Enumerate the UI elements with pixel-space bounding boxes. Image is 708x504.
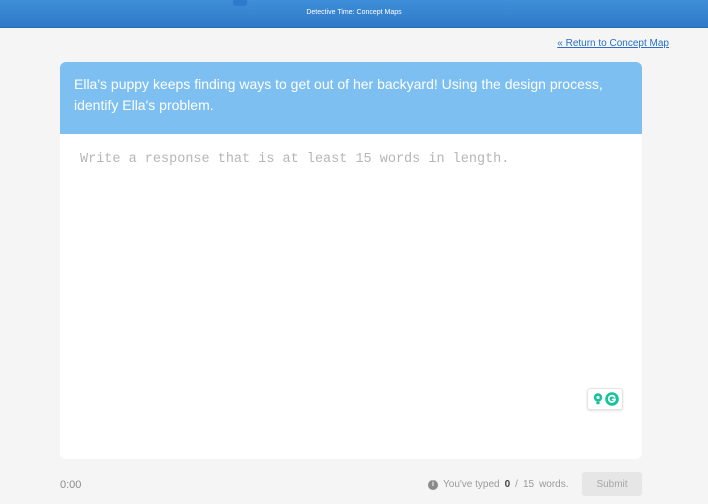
word-count-suffix: words.: [539, 479, 569, 490]
words-typed: 0: [504, 479, 511, 490]
words-required: 15: [522, 479, 535, 490]
question-prompt: Ella's puppy keeps finding ways to get o…: [60, 62, 642, 134]
return-to-concept-map-link[interactable]: « Return to Concept Map: [557, 38, 669, 49]
response-textarea[interactable]: [60, 134, 642, 457]
word-count-prefix: You've typed: [443, 479, 500, 490]
header-tab-hint: [233, 0, 247, 6]
info-icon: i: [428, 479, 438, 490]
word-count-separator: /: [515, 479, 518, 490]
word-count-status: i You've typed 0 / 15 words.: [428, 479, 569, 490]
lightbulb-icon: [593, 393, 603, 405]
grammarly-widget[interactable]: [587, 388, 623, 410]
page-title: Detective Time: Concept Maps: [306, 9, 402, 16]
question-card: Ella's puppy keeps finding ways to get o…: [60, 62, 642, 459]
timer: 0:00: [60, 479, 82, 491]
top-bar: Detective Time: Concept Maps: [0, 0, 708, 28]
grammarly-icon: [605, 392, 619, 406]
submit-button[interactable]: Submit: [582, 472, 642, 496]
